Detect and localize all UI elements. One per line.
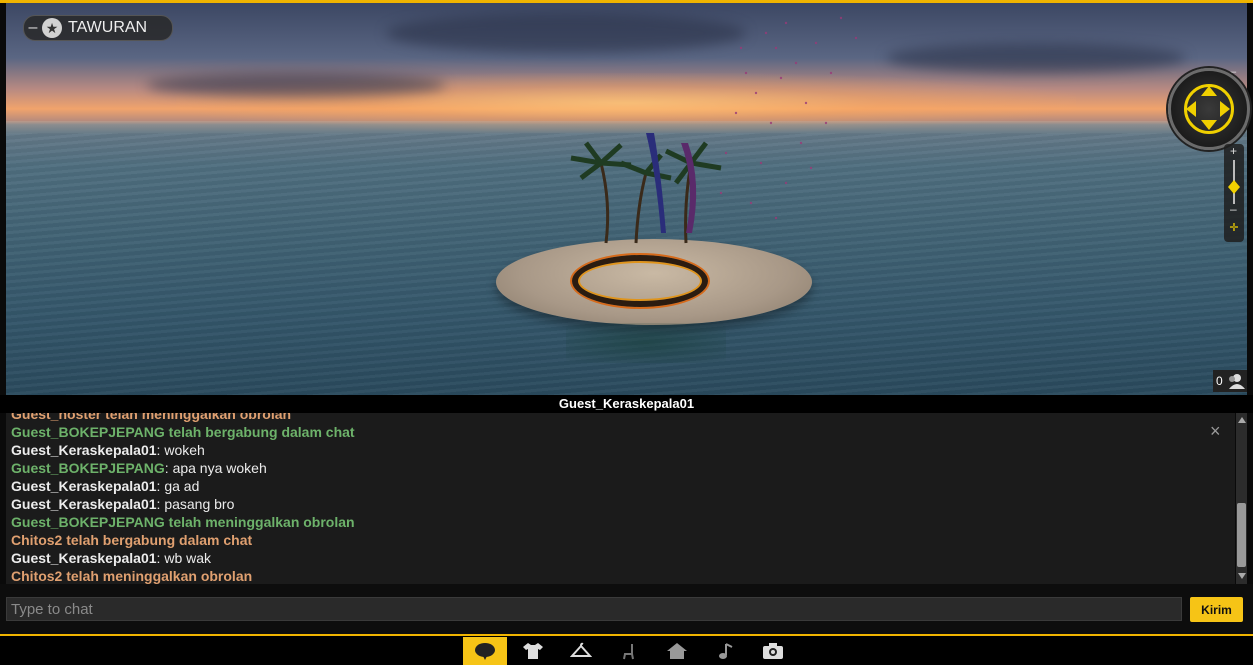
scroll-up-arrow-icon[interactable]: [1238, 417, 1246, 423]
furniture-button[interactable]: [607, 637, 651, 665]
nav-up-arrow-icon[interactable]: [1201, 86, 1217, 96]
chat-username[interactable]: Chitos2: [11, 568, 62, 584]
wardrobe-button[interactable]: [559, 637, 603, 665]
users-icon: [1228, 374, 1245, 389]
cloud: [886, 43, 1186, 73]
chat-icon: [475, 643, 495, 660]
chat-line: Guest_Keraskepala01: pasang bro: [11, 496, 235, 512]
chat-line: Chitos2 telah bergabung dalam chat: [11, 531, 1191, 549]
area-name: TAWURAN: [68, 19, 148, 36]
bottom-toolbar: [0, 634, 1253, 665]
camera-icon: [763, 643, 783, 659]
chat-message-text: telah bergabung dalam chat: [168, 424, 355, 440]
chat-input-row: Kirim: [0, 584, 1253, 634]
island-reflection: [566, 323, 726, 363]
app-window: – ★ TAWURAN – + – ✛ 0 Guest_Keraskepala0…: [0, 0, 1253, 665]
chat-username[interactable]: Guest_hoster: [11, 413, 101, 422]
chair-icon: [623, 644, 634, 660]
nav-right-arrow-icon[interactable]: [1220, 101, 1230, 117]
music-icon: [719, 643, 733, 659]
palm-trees: [570, 133, 722, 244]
chat-username[interactable]: Chitos2: [11, 532, 62, 548]
chat-line: Guest_BOKEPJEPANG telah bergabung dalam …: [11, 423, 1191, 441]
user-count[interactable]: 0: [1213, 370, 1247, 392]
chat-username[interactable]: Guest_BOKEPJEPANG: [11, 460, 165, 476]
chat-username[interactable]: Guest_Keraskepala01: [11, 478, 157, 494]
chat-button[interactable]: [463, 637, 507, 665]
chat-line: Guest_BOKEPJEPANG: apa nya wokeh: [11, 460, 267, 476]
chat-message-text: ga ad: [164, 478, 200, 494]
zoom-out-button[interactable]: –: [1230, 202, 1237, 216]
user-count-value: 0: [1216, 374, 1223, 388]
chat-log[interactable]: Guest_hoster telah meninggalkan obrolan G…: [6, 413, 1235, 584]
fit-view-icon[interactable]: ✛: [1228, 222, 1240, 234]
chat-line: Guest_Keraskepala01: wb wak: [11, 550, 212, 566]
chat-line: Guest_hoster telah meninggalkan obrolan: [11, 413, 1191, 423]
nav-down-arrow-icon[interactable]: [1201, 120, 1217, 130]
chat-line: Chitos2 telah meninggalkan obrolan: [11, 567, 1191, 584]
chat-message-text: wokeh: [164, 442, 205, 458]
chat-message-text: apa nya wokeh: [172, 460, 267, 476]
chat-message-text: telah meninggalkan obrolan: [105, 413, 292, 422]
zoom-control[interactable]: + – ✛: [1224, 144, 1244, 242]
cloud: [146, 73, 446, 97]
close-chat-icon[interactable]: ×: [1210, 421, 1221, 441]
chat-message-text: wb wak: [164, 550, 212, 566]
tshirt-icon: [523, 643, 543, 659]
favorite-star-icon[interactable]: ★: [42, 18, 62, 38]
chat-message-text: telah meninggalkan obrolan: [66, 568, 253, 584]
chat-message-text: pasang bro: [164, 496, 235, 512]
outfit-button[interactable]: [511, 637, 555, 665]
chat-message-text: telah meninggalkan obrolan: [168, 514, 355, 530]
chat-lines: Guest_hoster telah meninggalkan obrolan G…: [11, 413, 1191, 584]
zoom-in-button[interactable]: +: [1230, 144, 1237, 158]
chat-line: Guest_Keraskepala01: wokeh: [11, 442, 205, 458]
nav-left-arrow-icon[interactable]: [1186, 101, 1196, 117]
chat-line: Guest_Keraskepala01: ga ad: [11, 478, 200, 494]
chat-scrollbar[interactable]: [1236, 413, 1247, 584]
home-icon: [667, 643, 687, 659]
scene-viewport[interactable]: – ★ TAWURAN: [6, 3, 1247, 395]
camera-nav-control[interactable]: [1168, 68, 1250, 150]
chat-username[interactable]: Guest_BOKEPJEPANG: [11, 424, 165, 440]
home-button[interactable]: [655, 637, 699, 665]
zoom-slider-handle[interactable]: [1228, 180, 1240, 187]
zoom-slider-handle-lower[interactable]: [1228, 187, 1240, 194]
chat-username[interactable]: Guest_BOKEPJEPANG: [11, 514, 165, 530]
area-badge[interactable]: – ★ TAWURAN: [23, 15, 173, 41]
scroll-thumb[interactable]: [1237, 503, 1246, 567]
chat-username[interactable]: Guest_Keraskepala01: [11, 496, 157, 512]
chat-username[interactable]: Guest_Keraskepala01: [11, 442, 157, 458]
camera-button[interactable]: [751, 637, 795, 665]
chat-title: Guest_Keraskepala01: [0, 395, 1253, 413]
chat-message-text: telah bergabung dalam chat: [66, 532, 253, 548]
chat-username[interactable]: Guest_Keraskepala01: [11, 550, 157, 566]
scroll-down-arrow-icon[interactable]: [1238, 573, 1246, 579]
chat-line: Guest_BOKEPJEPANG telah meninggalkan obr…: [11, 513, 1191, 531]
collapse-area-button[interactable]: –: [24, 19, 42, 37]
hanger-icon: [570, 642, 592, 657]
music-button[interactable]: [703, 637, 747, 665]
chat-input[interactable]: [6, 597, 1182, 621]
send-button[interactable]: Kirim: [1190, 597, 1243, 622]
